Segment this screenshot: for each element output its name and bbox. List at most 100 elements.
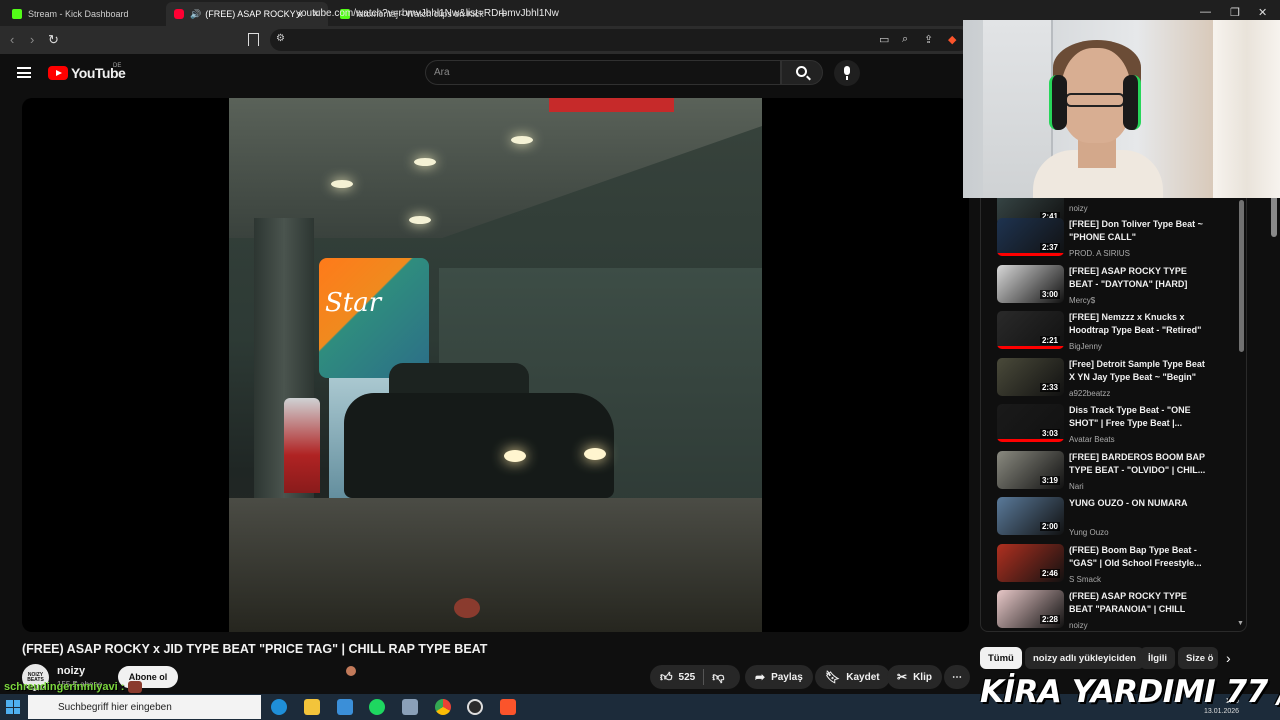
close-window-icon[interactable]: ✕: [1258, 6, 1267, 19]
playlist-item-title[interactable]: [FREE] BARDEROS BOOM BAP TYPE BEAT - "OL…: [1069, 451, 1207, 477]
watch-progress-bar: [997, 439, 1064, 442]
brave-shield-icon[interactable]: ◆: [948, 33, 956, 46]
playlist-thumbnail[interactable]: 2:33: [997, 358, 1064, 396]
playlist-item[interactable]: 3:19 [FREE] BARDEROS BOOM BAP TYPE BEAT -…: [997, 451, 1242, 498]
playlist-item-title[interactable]: (FREE) ASAP ROCKY TYPE BEAT "PARANOIA" |…: [1069, 590, 1207, 616]
edge-icon[interactable]: [271, 699, 287, 715]
duration-badge: 2:28: [1039, 615, 1060, 624]
duration-badge: 3:03: [1039, 429, 1060, 438]
taskbar-search-placeholder: Suchbegriff hier eingeben: [58, 701, 172, 713]
headlight: [504, 450, 526, 462]
forward-icon[interactable]: ›: [30, 32, 34, 47]
brave-icon[interactable]: [500, 699, 516, 715]
playlist-scrollbar[interactable]: [1239, 200, 1244, 352]
emote-overlay: [454, 598, 480, 618]
playlist-thumbnail[interactable]: 2:46: [997, 544, 1064, 582]
site-info-icon[interactable]: ⚙: [276, 33, 285, 44]
playlist-item[interactable]: 2:28 (FREE) ASAP ROCKY TYPE BEAT "PARANOI…: [997, 590, 1242, 631]
save-button[interactable]: 🔖︎ Kaydet: [815, 665, 890, 689]
tab-kick-dashboard[interactable]: Stream - Kick Dashboard: [4, 2, 164, 26]
windows-start-icon[interactable]: [6, 700, 20, 714]
playlist-thumbnail[interactable]: 3:19: [997, 451, 1064, 489]
country-code: DE: [113, 63, 122, 69]
webcam-overlay: [963, 20, 1280, 198]
chip-related[interactable]: İlgili: [1140, 647, 1175, 669]
share-page-icon[interactable]: ⇪: [924, 33, 933, 46]
more-actions-button[interactable]: ⋯: [944, 665, 970, 689]
clip-label: Klip: [913, 671, 932, 683]
duration-badge: 2:21: [1039, 336, 1060, 345]
playlist-item-title[interactable]: [FREE] ASAP ROCKY TYPE BEAT - "DAYTONA" …: [1069, 265, 1207, 291]
video-player[interactable]: Star: [22, 98, 969, 632]
playlist-item[interactable]: 2:37 [FREE] Don Toliver Type Beat ~ "PHON…: [997, 218, 1242, 265]
like-count[interactable]: 525: [679, 672, 696, 683]
spotify-icon[interactable]: [369, 699, 385, 715]
playlist-item[interactable]: 2:00 YUNG OUZO - ON NUMARA Yung Ouzo: [997, 497, 1242, 544]
playlist-item[interactable]: 3:00 [FREE] ASAP ROCKY TYPE BEAT - "DAYTO…: [997, 265, 1242, 312]
menu-icon[interactable]: [17, 67, 31, 78]
page-scrollbar[interactable]: [1271, 195, 1277, 237]
playlist-thumbnail[interactable]: 3:03: [997, 404, 1064, 442]
playlist-thumbnail[interactable]: 3:00: [997, 265, 1064, 303]
reload-icon[interactable]: ↻: [48, 32, 59, 48]
obs-icon[interactable]: [467, 699, 483, 715]
minimize-icon[interactable]: —: [1200, 6, 1211, 18]
store-icon[interactable]: [337, 699, 353, 715]
share-button[interactable]: ➦ Paylaş: [745, 665, 813, 689]
file-explorer-icon[interactable]: [304, 699, 320, 715]
chip-for-you[interactable]: Size ö: [1178, 647, 1218, 669]
address-bar[interactable]: [270, 29, 970, 51]
chrome-icon[interactable]: [435, 699, 451, 715]
playlist-item[interactable]: 3:03 Diss Track Type Beat - "ONE SHOT" | …: [997, 404, 1242, 451]
playlist-item-title[interactable]: YUNG OUZO - ON NUMARA: [1069, 497, 1207, 510]
taskbar-search-input[interactable]: Suchbegriff hier eingeben: [28, 695, 261, 719]
gas-station-canopy: [229, 98, 762, 238]
url-text[interactable]: youtube.com/watch?v=rbmvJbhl1Nw&list=RDr…: [296, 8, 559, 19]
duration-badge: 2:37: [1039, 243, 1060, 252]
chip-from-uploader[interactable]: noizy adlı yükleyiciden: [1025, 647, 1144, 669]
chat-emote-icon: [346, 666, 356, 676]
playlist-item-title[interactable]: [Free] Detroit Sample Type Beat X YN Jay…: [1069, 358, 1207, 384]
speaker-icon[interactable]: 🔊: [190, 9, 201, 20]
scroll-down-icon[interactable]: ▼: [1237, 620, 1244, 627]
kick-icon: [12, 9, 22, 19]
search-input[interactable]: [425, 60, 781, 85]
ceiling-light: [414, 158, 436, 166]
playlist-thumbnail[interactable]: 2:21: [997, 311, 1064, 349]
zoom-icon[interactable]: ⌕: [902, 33, 908, 46]
playlist-item[interactable]: 2:46 (FREE) Boom Bap Type Beat - "GAS" | …: [997, 544, 1242, 591]
more-icon: ⋯: [952, 671, 962, 683]
playlist-item-title[interactable]: Diss Track Type Beat - "ONE SHOT" | Free…: [1069, 404, 1207, 430]
playlist-thumbnail[interactable]: 2:00: [997, 497, 1064, 535]
back-icon[interactable]: ‹: [10, 32, 14, 47]
video-frame: Star: [229, 98, 762, 632]
cast-icon[interactable]: ▭: [879, 33, 889, 46]
voice-search-icon[interactable]: [834, 60, 860, 86]
playlist-item-title[interactable]: (FREE) Boom Bap Type Beat - "GAS" | Old …: [1069, 544, 1207, 570]
channel-name[interactable]: noizy: [57, 665, 85, 677]
playlist-thumbnail[interactable]: 2:37: [997, 218, 1064, 256]
video-title: (FREE) ASAP ROCKY x JID TYPE BEAT "PRICE…: [22, 642, 488, 656]
playlist-item-channel: Mercy$: [1069, 296, 1096, 305]
playlist-item[interactable]: 2:21 [FREE] Nemzzz x Knucks x Hoodtrap Ty…: [997, 311, 1242, 358]
car: [344, 393, 614, 498]
headset-left: [1049, 75, 1067, 130]
playlist-item[interactable]: 2:33 [Free] Detroit Sample Type Beat X YN…: [997, 358, 1242, 405]
chip-all[interactable]: Tümü: [980, 647, 1022, 669]
playlist-item-title[interactable]: [FREE] Don Toliver Type Beat ~ "PHONE CA…: [1069, 218, 1207, 244]
glasses: [1065, 93, 1125, 107]
ceiling-light: [409, 216, 431, 224]
restore-icon[interactable]: ❐: [1230, 6, 1240, 19]
playlist-thumbnail[interactable]: 2:28: [997, 590, 1064, 628]
ground: [229, 498, 762, 632]
playlist-item-title[interactable]: [FREE] Nemzzz x Knucks x Hoodtrap Type B…: [1069, 311, 1207, 337]
duration-badge: 2:00: [1039, 522, 1060, 531]
tab-label: Stream - Kick Dashboard: [28, 9, 129, 19]
ceiling-light: [511, 136, 533, 144]
clip-button[interactable]: ✂ Klip: [887, 665, 942, 689]
chevron-right-icon[interactable]: ›: [1226, 650, 1231, 666]
dislike-icon[interactable]: 👎︎: [712, 670, 724, 685]
calculator-icon[interactable]: [402, 699, 418, 715]
like-icon[interactable]: 👍︎: [660, 670, 673, 685]
bookmark-icon[interactable]: [248, 33, 259, 46]
